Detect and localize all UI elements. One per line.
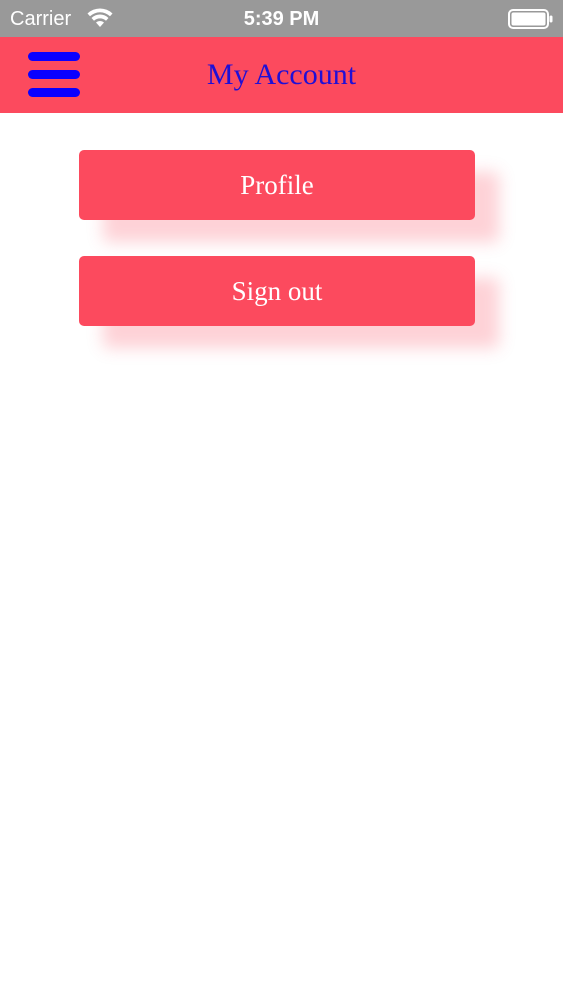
sign-out-button-label: Sign out (231, 275, 323, 306)
profile-button-label: Profile (240, 169, 314, 200)
sign-out-button[interactable]: Sign out (79, 256, 475, 326)
battery-icon (508, 9, 553, 29)
status-time: 5:39 PM (243, 8, 320, 30)
nav-header: My Account (0, 37, 563, 113)
app-screen: Carrier 5:39 PM My Account Profile Sign … (0, 0, 563, 1000)
menu-bar-middle (28, 70, 80, 79)
menu-bar-bottom (28, 88, 80, 97)
menu-bar-top (28, 52, 80, 61)
page-title: My Account (206, 58, 357, 91)
profile-button[interactable]: Profile (79, 150, 475, 220)
hamburger-menu-icon[interactable] (26, 50, 82, 100)
status-bar: Carrier 5:39 PM (0, 0, 563, 37)
